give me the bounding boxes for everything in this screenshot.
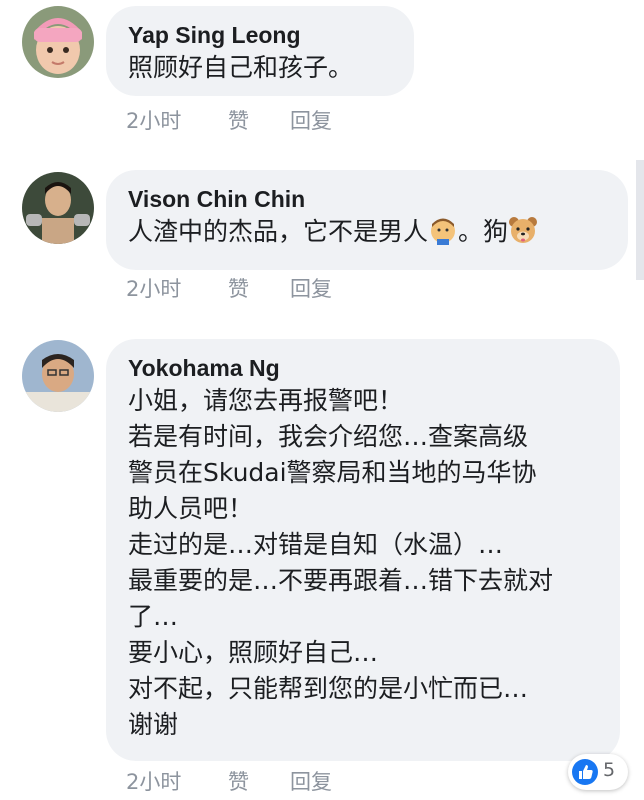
comment-text-line: 警员在Skudai警察局和当地的马华协 <box>128 458 537 487</box>
thumbs-up-icon <box>572 759 598 785</box>
comment: Vison Chin Chin 人渣中的杰品，它不是男人 。狗 2小时 赞 回复 <box>0 166 644 316</box>
reply-button[interactable]: 回复 <box>290 766 332 796</box>
comment-text-line: 小姐，请您去再报警吧！ <box>128 386 404 415</box>
scrollbar[interactable] <box>636 160 644 280</box>
comment-text-line: 要小心，照顾好自己… <box>128 638 379 667</box>
like-button[interactable]: 赞 <box>228 766 249 796</box>
comment-bubble: Yap Sing Leong 照顾好自己和孩子。 <box>106 6 414 96</box>
avatar[interactable] <box>22 340 94 412</box>
dog-face-emoji-icon <box>509 217 538 243</box>
comment-text-line: 助人员吧！ <box>128 494 254 523</box>
comment-time: 2小时 <box>126 109 182 133</box>
comment-text-line: 若是有时间，我会介绍您…查案高级 <box>128 422 529 451</box>
like-button[interactable]: 赞 <box>228 105 249 135</box>
comment: Yap Sing Leong 照顾好自己和孩子。 2小时 赞 回复 <box>0 0 644 150</box>
comment-text-part: 。狗 <box>458 217 509 246</box>
comment-bubble: Vison Chin Chin 人渣中的杰品，它不是男人 。狗 <box>106 170 628 270</box>
comment-author[interactable]: Vison Chin Chin <box>128 184 606 214</box>
comment-text-line: 对不起，只能帮到您的是小忙而已… <box>128 674 529 703</box>
man-avatar-icon <box>22 340 94 412</box>
comment-text-line: 谢谢 <box>128 710 179 739</box>
reply-button[interactable]: 回复 <box>290 105 332 135</box>
comment-time: 2小时 <box>126 277 182 301</box>
reply-button[interactable]: 回复 <box>290 273 332 303</box>
comment-text: 照顾好自己和孩子。 <box>128 53 354 82</box>
comment: Yokohama Ng 小姐，请您去再报警吧！ 若是有时间，我会介绍您…查案高级… <box>0 334 644 800</box>
comment-text-line: 走过的是…对错是自知（水温）… <box>128 530 504 559</box>
comment-author[interactable]: Yap Sing Leong <box>128 20 392 50</box>
avatar[interactable] <box>22 172 94 244</box>
comment-author[interactable]: Yokohama Ng <box>128 353 598 383</box>
comment-time: 2小时 <box>126 770 182 794</box>
like-button[interactable]: 赞 <box>228 273 249 303</box>
comment-text-line: 最重要的是…不要再跟着…错下去就对 <box>128 566 554 595</box>
reaction-summary[interactable]: 5 <box>568 754 628 790</box>
reaction-count: 5 <box>603 759 616 781</box>
man-face-emoji-icon <box>431 218 456 245</box>
man-portrait-avatar-icon <box>22 172 94 244</box>
avatar[interactable] <box>22 6 94 78</box>
comment-text-part: 人渣中的杰品，它不是男人 <box>128 217 429 246</box>
comment-text: 人渣中的杰品，它不是男人 。狗 <box>128 214 606 250</box>
comment-text-line: 了… <box>128 602 179 631</box>
baby-avatar-icon <box>22 6 94 78</box>
comment-bubble: Yokohama Ng 小姐，请您去再报警吧！ 若是有时间，我会介绍您…查案高级… <box>106 339 620 761</box>
